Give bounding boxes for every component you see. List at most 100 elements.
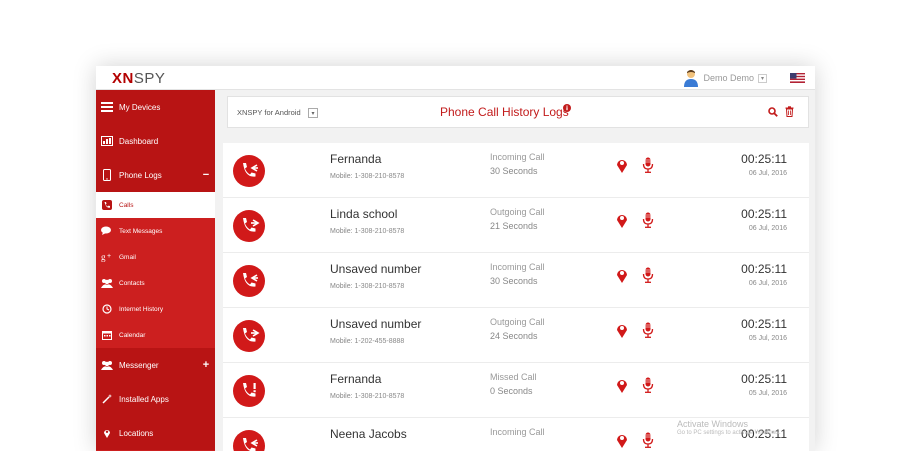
map-pin-icon[interactable] — [616, 377, 628, 393]
sidebar-item-dashboard[interactable]: Dashboard — [96, 124, 215, 158]
microphone-icon[interactable] — [642, 322, 654, 338]
activate-windows-watermark: Activate Windows Go to PC settings to ac… — [677, 419, 781, 436]
call-date: 06 Jul, 2016 — [748, 225, 787, 232]
avatar — [684, 70, 699, 87]
us-flag-icon[interactable] — [790, 73, 805, 83]
device-selector-dropdown[interactable]: ▾ — [308, 108, 318, 118]
call-duration: 21 Seconds — [490, 221, 538, 231]
svg-text:g: g — [101, 252, 106, 262]
trash-icon[interactable] — [785, 106, 794, 117]
location-icon — [100, 428, 114, 438]
sidebar-item-label: Gmail — [119, 253, 136, 261]
microphone-icon[interactable] — [642, 432, 654, 448]
sidebar-item-label: Dashboard — [119, 136, 159, 146]
logo-text: SPY — [133, 70, 166, 87]
outgoing-call-icon — [233, 320, 265, 352]
user-menu[interactable]: Demo Demo ▾ — [683, 69, 767, 87]
sidebar-item-label: My Devices — [119, 102, 161, 112]
call-time: 00:25:11 — [741, 152, 787, 166]
call-duration: 30 Seconds — [490, 276, 538, 286]
sidebar-item-label: Messenger — [119, 360, 159, 370]
map-pin-icon[interactable] — [616, 157, 628, 173]
google-plus-icon: g + — [100, 252, 114, 262]
call-icon — [100, 200, 114, 210]
sidebar: My Devices Dashboard Phone Logs − Calls Text … — [96, 90, 215, 451]
call-type: Outgoing Call — [490, 317, 545, 327]
sidebar-item-installed-apps[interactable]: Installed Apps — [96, 382, 215, 416]
call-duration: 24 Seconds — [490, 331, 538, 341]
page-title: Phone Call History Logs — [440, 105, 569, 119]
magic-wand-icon — [100, 394, 114, 404]
top-bar: XNSPY Demo Demo ▾ — [96, 66, 815, 90]
chat-icon — [100, 226, 114, 236]
microphone-icon[interactable] — [642, 267, 654, 283]
contact-mobile: Mobile: 1-308-210-8578 — [330, 283, 405, 290]
sidebar-item-phone-logs[interactable]: Phone Logs − — [96, 158, 215, 192]
page: XNSPY Demo Demo ▾ My Devices Dashboard P… — [0, 0, 910, 451]
content-header: XNSPY for Android ▾ Phone Call History L… — [227, 96, 809, 128]
map-pin-icon[interactable] — [616, 322, 628, 338]
sidebar-item-label: Internet History — [119, 305, 164, 313]
sidebar-item-calls[interactable]: Calls — [96, 192, 215, 218]
call-time: 00:25:11 — [741, 207, 787, 221]
collapse-icon[interactable]: − — [197, 169, 215, 181]
incoming-call-icon — [233, 155, 265, 187]
call-log-row[interactable]: Unsaved number Mobile: 1-202-455-8888 Outg… — [223, 308, 809, 363]
history-icon — [100, 304, 114, 314]
phone-icon — [100, 169, 114, 181]
sidebar-item-label: Installed Apps — [119, 394, 169, 404]
device-selector-label: XNSPY for Android — [237, 108, 301, 117]
sidebar-item-text-messages[interactable]: Text Messages — [96, 218, 215, 244]
search-icon[interactable] — [768, 107, 778, 117]
map-pin-icon[interactable] — [616, 212, 628, 228]
sidebar-item-label: Text Messages — [119, 227, 163, 235]
watermark-subtitle: Go to PC settings to activate Windows. — [677, 430, 781, 436]
microphone-icon[interactable] — [642, 212, 654, 228]
call-time: 00:25:11 — [741, 372, 787, 386]
contact-name: Fernanda — [330, 372, 382, 386]
sidebar-item-label: Phone Logs — [119, 170, 162, 180]
incoming-call-icon — [233, 265, 265, 297]
call-log-row[interactable]: Unsaved number Mobile: 1-308-210-8578 Inco… — [223, 253, 809, 308]
call-log-list: Fernanda Mobile: 1-308-210-8578 Incoming C… — [223, 143, 809, 451]
contact-name: Unsaved number — [330, 262, 422, 276]
microphone-icon[interactable] — [642, 377, 654, 393]
chevron-down-icon[interactable]: ▾ — [758, 73, 767, 83]
contact-mobile: Mobile: 1-308-210-8578 — [330, 173, 405, 180]
sidebar-item-label: Locations — [119, 428, 154, 438]
user-name: Demo Demo — [703, 73, 754, 83]
call-log-row[interactable]: Fernanda Mobile: 1-308-210-8578 Missed Cal… — [223, 363, 809, 418]
sidebar-item-gmail[interactable]: g + Gmail — [96, 244, 215, 270]
call-type: Incoming Call — [490, 262, 545, 272]
watermark-title: Activate Windows — [677, 419, 749, 429]
call-log-row[interactable]: Linda school Mobile: 1-308-210-8578 Outgoi… — [223, 198, 809, 253]
contact-name: Unsaved number — [330, 317, 422, 331]
svg-text:+: + — [107, 253, 111, 260]
call-duration: 30 Seconds — [490, 166, 538, 176]
sidebar-item-contacts[interactable]: Contacts — [96, 270, 215, 296]
outgoing-call-icon — [233, 210, 265, 242]
app-logo[interactable]: XNSPY — [112, 70, 165, 87]
sidebar-item-calendar[interactable]: Calendar — [96, 322, 215, 348]
map-pin-icon[interactable] — [616, 432, 628, 448]
sidebar-item-label: Calls — [119, 201, 134, 209]
call-date: 05 Jul, 2016 — [748, 390, 787, 397]
call-log-row[interactable]: Fernanda Mobile: 1-308-210-8578 Incoming C… — [223, 143, 809, 198]
contacts-icon — [100, 278, 114, 288]
sidebar-item-locations[interactable]: Locations — [96, 416, 215, 450]
logo-mark: XN — [112, 70, 134, 87]
sidebar-item-my-devices[interactable]: My Devices — [96, 90, 215, 124]
expand-icon[interactable]: + — [197, 359, 215, 371]
sidebar-item-internet-history[interactable]: Internet History — [96, 296, 215, 322]
sidebar-item-messenger[interactable]: Messenger + — [96, 348, 215, 382]
map-pin-icon[interactable] — [616, 267, 628, 283]
app-window: XNSPY Demo Demo ▾ My Devices Dashboard P… — [96, 66, 815, 451]
sidebar-item-label: Contacts — [119, 279, 145, 287]
info-icon[interactable] — [563, 104, 571, 112]
call-type: Incoming Call — [490, 152, 545, 162]
microphone-icon[interactable] — [642, 157, 654, 173]
contact-mobile: Mobile: 1-308-210-8578 — [330, 393, 405, 400]
call-date: 05 Jul, 2016 — [748, 335, 787, 342]
call-duration: 0 Seconds — [490, 386, 533, 396]
calendar-icon — [100, 330, 114, 340]
